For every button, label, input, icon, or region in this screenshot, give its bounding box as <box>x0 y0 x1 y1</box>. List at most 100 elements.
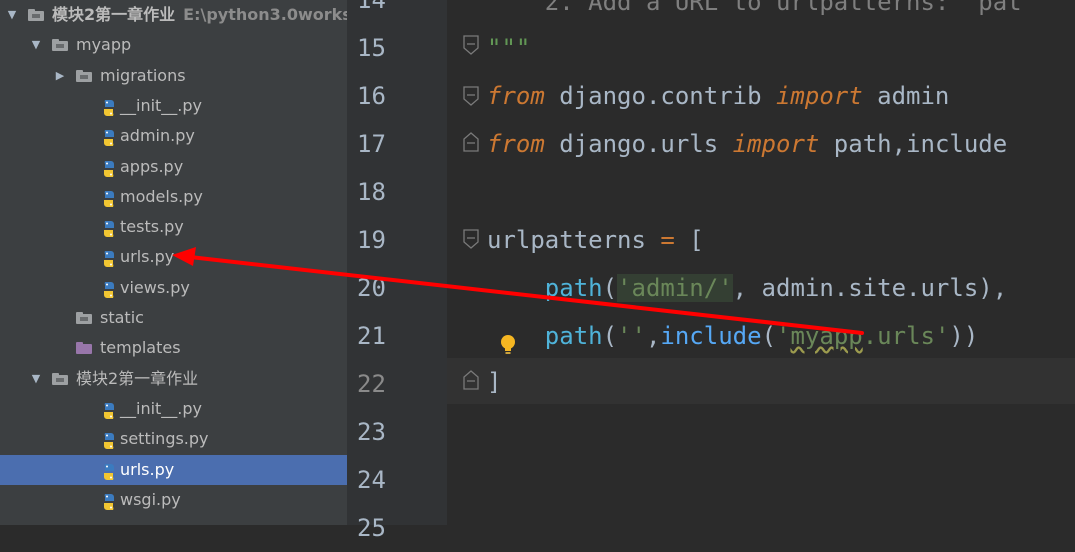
line-number: 14 <box>357 0 386 14</box>
chevron-down-icon[interactable]: ▼ <box>30 30 42 60</box>
docstring-text: 2. Add a URL to urlpatterns: pat <box>487 0 1022 16</box>
tree-file-item[interactable]: settings.py <box>0 424 347 454</box>
python-file-icon <box>100 218 118 238</box>
paren: ( <box>602 274 618 302</box>
tree-item-label: __init__.py <box>120 95 203 115</box>
project-path: E:\python3.0works <box>183 5 347 24</box>
line-number: 23 <box>357 418 386 446</box>
keyword-import: import <box>732 130 820 158</box>
lightbulb-icon[interactable] <box>499 333 517 357</box>
tree-file-item[interactable]: __init__.py <box>0 91 347 121</box>
tree-file-item[interactable]: apps.py <box>0 152 347 182</box>
line-number: 21 <box>357 322 386 350</box>
tree-item-label: models.py <box>120 186 203 206</box>
python-file-icon <box>100 279 118 298</box>
line-number: 20 <box>357 274 386 302</box>
tree-file-item[interactable]: urls.py <box>0 454 347 485</box>
tree-item-label: myapp <box>76 35 132 55</box>
tree-folder-item[interactable]: ▶ migrations <box>0 61 347 91</box>
code-line-15[interactable]: """ <box>487 24 530 72</box>
function-call: include <box>660 322 762 350</box>
folder-icon <box>76 311 92 324</box>
tree-item-label: apps.py <box>120 156 184 176</box>
tree-item-label: views.py <box>120 277 190 297</box>
tree-file-item[interactable]: views.py <box>0 273 347 303</box>
tree-file-item[interactable]: __init__.py <box>0 394 347 424</box>
line-number: 16 <box>357 82 386 110</box>
python-file-icon <box>100 97 118 116</box>
code-line-16[interactable]: from django.contrib import admin <box>487 72 949 120</box>
line-number: 17 <box>357 130 386 158</box>
keyword-from: from <box>487 82 545 110</box>
tree-file-item[interactable]: wsgi.py <box>0 485 347 515</box>
tree-folder-item[interactable]: ▼ myapp <box>0 30 347 60</box>
code-line-20[interactable]: path('admin/', admin.site.urls), <box>487 264 1007 312</box>
tree-item-label: urls.py <box>120 247 175 267</box>
assign-operator: = <box>660 226 675 254</box>
python-file-icon <box>100 188 118 207</box>
python-file-icon <box>100 430 118 450</box>
module-name: django.contrib <box>544 82 776 110</box>
line-number: 22 <box>357 370 386 398</box>
import-name: admin <box>862 82 950 110</box>
fold-marker-icon[interactable] <box>461 35 481 55</box>
paren: ( <box>761 322 777 350</box>
tree-file-item[interactable]: models.py <box>0 182 347 212</box>
tree-file-item[interactable]: tests.py <box>0 212 347 242</box>
function-call: path <box>544 274 603 302</box>
python-file-icon <box>100 127 118 147</box>
code-line-14[interactable]: 2. Add a URL to urlpatterns: pat <box>487 0 1022 26</box>
folder-icon <box>76 69 92 82</box>
tree-folder-item[interactable]: templates <box>0 333 347 363</box>
tree-item-label: settings.py <box>120 429 209 449</box>
tree-item-label: urls.py <box>120 459 175 479</box>
string-quote: ' <box>776 322 791 350</box>
tree-folder-item[interactable]: static <box>0 303 347 333</box>
python-file-icon <box>100 461 118 480</box>
code-line-19[interactable]: urlpatterns = [ <box>487 216 704 264</box>
folder-icon <box>28 8 44 21</box>
keyword-from: from <box>487 130 545 158</box>
chevron-right-icon[interactable]: ▶ <box>54 61 66 91</box>
code-rest: , admin.site.urls), <box>732 274 1008 302</box>
folder-icon <box>76 341 92 355</box>
fold-marker-icon[interactable] <box>461 229 481 249</box>
chevron-down-icon[interactable]: ▼ <box>30 364 42 394</box>
fold-marker-icon[interactable] <box>461 86 481 106</box>
tree-item-label: 模块2第一章作业 E:\python3.0works <box>52 0 347 30</box>
tree-item-label: 模块2第一章作业 <box>76 368 199 388</box>
python-file-icon <box>100 158 118 177</box>
keyword-import: import <box>775 82 863 110</box>
folder-icon <box>52 372 68 385</box>
line-number: 19 <box>357 226 386 254</box>
string-literal: .urls' <box>862 322 950 350</box>
python-file-icon <box>100 400 118 419</box>
chevron-down-icon[interactable]: ▼ <box>6 0 18 30</box>
python-file-icon <box>100 491 118 510</box>
typo-highlight-text: myapp <box>790 322 863 350</box>
code-line-21[interactable]: path('',include('myapp.urls')) <box>487 312 979 360</box>
code-line-22[interactable]: ] <box>487 358 501 406</box>
code-rest: )) <box>949 322 979 350</box>
code-line-17[interactable]: from django.urls import path,include <box>487 120 1007 168</box>
import-name: path,include <box>819 130 1008 158</box>
tree-folder-item[interactable]: ▼ 模块2第一章作业 <box>0 364 347 394</box>
tree-item-label: static <box>100 308 144 327</box>
module-name: django.urls <box>544 130 733 158</box>
python-file-icon <box>100 248 118 268</box>
line-number: 25 <box>357 514 386 542</box>
line-number: 24 <box>357 466 386 494</box>
fold-marker-icon[interactable] <box>461 132 481 152</box>
tree-file-item[interactable]: admin.py <box>0 121 347 151</box>
string-literal: '' <box>617 322 646 350</box>
tree-folder-item[interactable]: ▼ 模块2第一章作业 E:\python3.0works <box>0 0 347 30</box>
comma: , <box>645 322 661 350</box>
docstring-quotes: """ <box>487 34 531 62</box>
tree-item-label: templates <box>100 338 181 358</box>
line-number: 15 <box>357 34 386 62</box>
bracket-close: ] <box>487 368 502 396</box>
tree-file-item[interactable]: urls.py <box>0 242 347 272</box>
tree-item-label: tests.py <box>120 217 184 237</box>
fold-marker-icon[interactable] <box>461 370 481 390</box>
bracket-open: [ <box>674 226 704 254</box>
